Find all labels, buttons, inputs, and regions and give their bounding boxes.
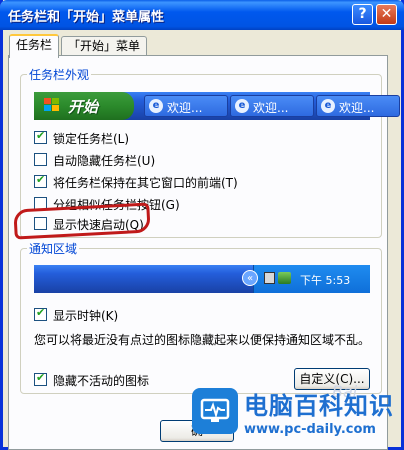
taskbar-item: e 欢迎... [230, 95, 314, 117]
expand-chevron-icon: « [242, 270, 258, 286]
window-title: 任务栏和「开始」菜单属性 [8, 10, 165, 25]
ie-icon: e [321, 99, 335, 113]
title-bar[interactable]: 任务栏和「开始」菜单属性 ? ✕ [0, 0, 404, 30]
checkbox-label: 显示时钟(K) [53, 309, 119, 323]
start-label: 开始 [68, 98, 99, 116]
tab-start-menu[interactable]: 「开始」菜单 [61, 36, 148, 56]
checkbox-box[interactable] [34, 173, 47, 188]
taskbar-item-label: 欢迎... [253, 101, 289, 115]
watermark-logo-icon [192, 388, 238, 434]
start-button-preview: 开始 [34, 92, 134, 120]
checkbox-label: 自动隐藏任务栏(U) [53, 154, 156, 168]
watermark-url: www.pc-daily.com [244, 422, 376, 437]
checkbox-label: 隐藏不活动的图标 [53, 374, 150, 388]
close-button[interactable]: ✕ [376, 4, 397, 25]
taskbar-item-label: 欢迎... [339, 101, 375, 115]
network-icon [264, 272, 275, 284]
ie-icon: e [235, 99, 249, 113]
windows-flag-icon [44, 98, 59, 111]
tray-app-icon [278, 272, 291, 284]
appearance-group-label: 任务栏外观 [27, 66, 92, 83]
clock: 下午 5:53 [300, 274, 351, 287]
checkbox-box[interactable] [34, 129, 47, 144]
watermark: Bai 电脑百科知识 www.pc-daily.com [192, 382, 404, 450]
notification-description: 您可以将最近没有点过的图标隐藏起来以便保持通知区域不乱。 [34, 333, 371, 347]
tab-taskbar[interactable]: 任务栏 [9, 34, 60, 58]
system-tray: « 下午 5:53 [242, 265, 370, 293]
watermark-brand: 电脑百科知识 [244, 392, 394, 420]
taskbar-preview: 开始 e 欢迎... e 欢迎... e 欢迎... [34, 92, 400, 120]
notification-group-label: 通知区域 [27, 240, 80, 257]
checkbox-label: 锁定任务栏(L) [53, 132, 130, 146]
ie-icon: e [149, 99, 163, 113]
taskbar-item-label: 欢迎... [167, 101, 203, 115]
checkbox-box[interactable] [34, 306, 47, 321]
notification-preview: « 下午 5:53 [34, 265, 370, 293]
checkbox-box[interactable] [34, 153, 47, 166]
checkbox-label: 将任务栏保持在其它窗口的前端(T) [53, 176, 238, 190]
taskbar-item: e 欢迎... [316, 95, 400, 117]
help-button[interactable]: ? [352, 4, 373, 25]
taskbar-item: e 欢迎... [144, 95, 228, 117]
checkbox-box[interactable] [34, 371, 47, 386]
